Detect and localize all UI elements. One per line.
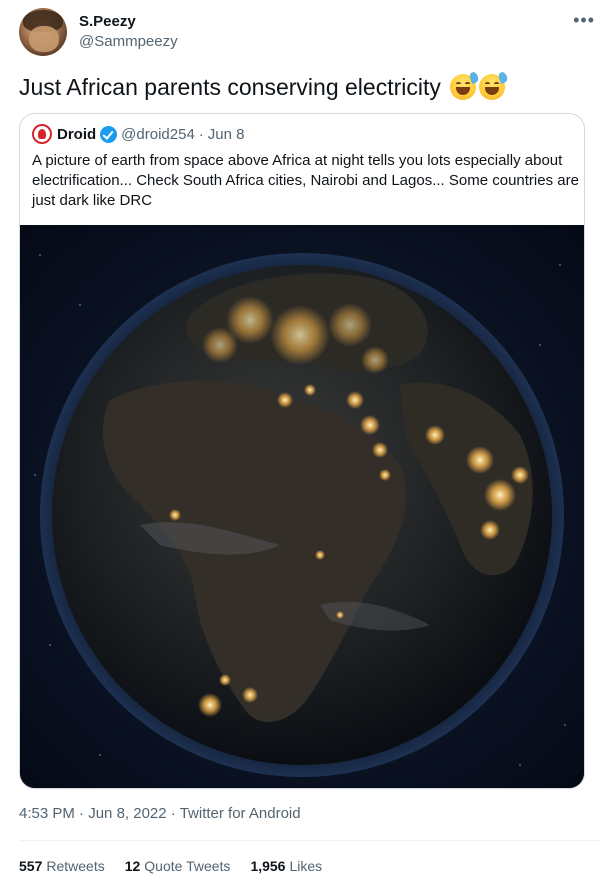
earth-globe-graphic xyxy=(20,225,584,788)
user-names[interactable]: S.Peezy @Sammpeezy xyxy=(79,12,178,52)
likes-stat[interactable]: 1,956 Likes xyxy=(250,858,322,874)
likes-count: 1,956 xyxy=(250,858,286,874)
tweet-time[interactable]: 4:53 PM xyxy=(19,805,75,822)
retweets-stat[interactable]: 557 Retweets xyxy=(19,858,105,874)
quoted-date[interactable]: Jun 8 xyxy=(208,126,245,143)
likes-label: Likes xyxy=(289,858,323,874)
quoted-tweet[interactable]: Droid @droid254 · Jun 8 A picture of ear… xyxy=(19,113,585,789)
separator-dot: · xyxy=(198,125,204,143)
display-name[interactable]: S.Peezy xyxy=(79,12,178,32)
more-horizontal-icon[interactable]: ••• xyxy=(573,10,595,30)
quoted-handle[interactable]: @droid254 xyxy=(121,126,195,143)
earth-at-night-image[interactable] xyxy=(20,225,584,788)
quote-tweets-label: Quote Tweets xyxy=(144,858,231,874)
tweet-text: Just African parents conserving electric… xyxy=(19,70,509,102)
tweet-text-content: Just African parents conserving electric… xyxy=(19,74,441,100)
tweet-date[interactable]: Jun 8, 2022 xyxy=(88,805,166,822)
grinning-sweat-emoji xyxy=(450,70,480,100)
retweets-count: 557 xyxy=(19,858,43,874)
quoted-tweet-header: Droid @droid254 · Jun 8 xyxy=(32,124,244,144)
grinning-sweat-emoji xyxy=(479,70,509,100)
separator-dot: · xyxy=(79,805,85,822)
retweets-label: Retweets xyxy=(46,858,105,874)
tweet-timestamp: 4:53 PM · Jun 8, 2022 · Twitter for Andr… xyxy=(19,805,301,822)
verified-badge-icon xyxy=(100,125,118,143)
tweet-client[interactable]: Twitter for Android xyxy=(180,805,301,822)
tweet-stats: 557 Retweets 12 Quote Tweets 1,956 Likes xyxy=(19,858,342,874)
quoted-avatar[interactable] xyxy=(32,124,52,144)
tweet: S.Peezy @Sammpeezy ••• Just African pare… xyxy=(0,0,613,890)
quote-tweets-count: 12 xyxy=(124,858,141,874)
separator-dot: · xyxy=(170,805,176,822)
divider xyxy=(19,840,601,841)
quote-tweets-stat[interactable]: 12 Quote Tweets xyxy=(125,858,231,874)
quoted-display-name[interactable]: Droid xyxy=(57,126,96,143)
tweet-header: S.Peezy @Sammpeezy ••• xyxy=(19,8,601,58)
avatar[interactable] xyxy=(19,8,67,56)
quoted-tweet-text: A picture of earth from space above Afri… xyxy=(32,152,579,209)
user-handle[interactable]: @Sammpeezy xyxy=(79,32,178,52)
